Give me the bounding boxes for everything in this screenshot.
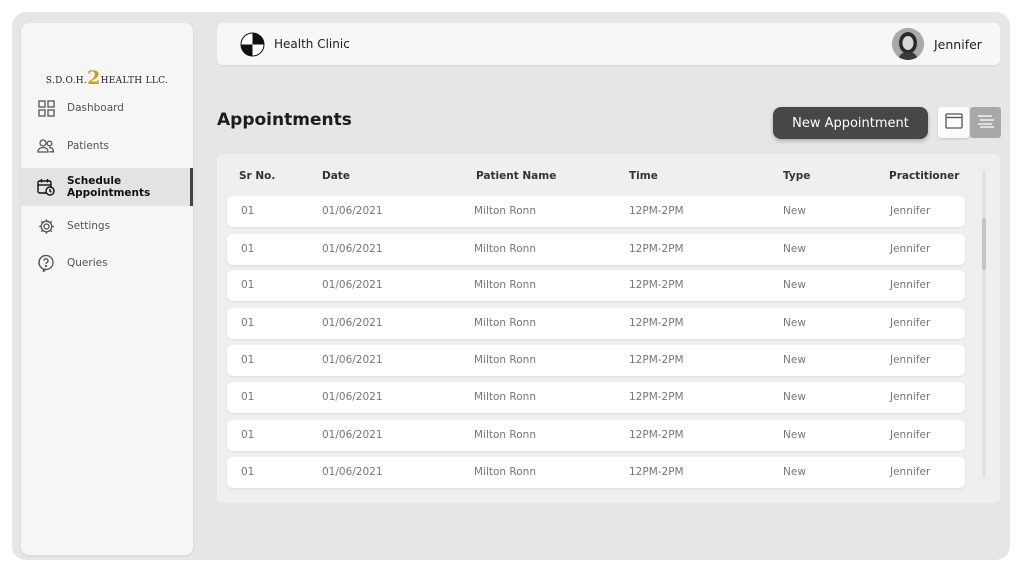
cell-date: 01/06/2021 [322,429,383,441]
table-row[interactable]: 01 01/06/2021 Milton Ronn 12PM-2PM New Jennif… [227,382,965,413]
cell-time: 12PM-2PM [629,205,684,217]
sidebar-item-queries[interactable]: Queries [21,244,193,282]
cell-practitioner: Jennifer [890,243,931,255]
cell-time: 12PM-2PM [629,429,684,441]
cell-date: 01/06/2021 [322,205,383,217]
column-header[interactable]: Date [322,170,350,182]
cell-type: New [783,317,806,329]
cell-practitioner: Jennifer [890,279,931,291]
cell-sr-no: 01 [241,429,255,441]
calendar-clock-icon [37,178,55,196]
table-row[interactable]: 01 01/06/2021 Milton Ronn 12PM-2PM New Jennif… [227,234,965,265]
sidebar-item-label: Settings [67,220,111,232]
cell-patient-name: Milton Ronn [474,317,536,329]
cell-practitioner: Jennifer [890,391,931,403]
cell-sr-no: 01 [241,466,255,478]
scrollbar[interactable] [982,170,986,478]
sidebar-item-label: Schedule Appointments [67,175,151,199]
gear-icon [37,217,55,235]
table-header: Sr No. Date Patient Name Time Type Pract… [217,170,977,186]
logo-suffix: HEALTH LLC. [100,76,169,86]
column-header[interactable]: Practitioner [889,170,959,182]
table-row[interactable]: 01 01/06/2021 Milton Ronn 12PM-2PM New Jennif… [227,420,965,451]
cell-type: New [783,279,806,291]
sidebar-item-dashboard[interactable]: Dashboard [21,89,193,127]
question-icon [37,254,55,272]
sidebar-item-schedule-appointments[interactable]: Schedule Appointments [21,168,193,206]
user-name[interactable]: Jennifer [934,37,982,52]
cell-sr-no: 01 [241,391,255,403]
list-icon [977,113,995,132]
table-row[interactable]: 01 01/06/2021 Milton Ronn 12PM-2PM New Jennif… [227,196,965,227]
cell-patient-name: Milton Ronn [474,466,536,478]
cell-practitioner: Jennifer [890,205,931,217]
cell-date: 01/06/2021 [322,243,383,255]
cell-time: 12PM-2PM [629,466,684,478]
calendar-icon [944,112,963,133]
sidebar: S.D.O.H.2HEALTH LLC. Dashboard Patients [21,23,193,555]
logo-digit: 2 [87,67,101,89]
clinic-name: Health Clinic [274,37,350,51]
cell-patient-name: Milton Ronn [474,243,536,255]
cell-time: 12PM-2PM [629,279,684,291]
sidebar-item-label: Dashboard [67,102,124,114]
appointments-table: Sr No. Date Patient Name Time Type Pract… [217,154,1000,503]
column-header[interactable]: Time [629,170,658,182]
cell-sr-no: 01 [241,354,255,366]
cell-practitioner: Jennifer [890,429,931,441]
grid-icon [37,99,55,117]
scrollbar-thumb[interactable] [982,218,986,270]
cell-type: New [783,466,806,478]
column-header[interactable]: Patient Name [476,170,556,182]
table-row[interactable]: 01 01/06/2021 Milton Ronn 12PM-2PM New Jennif… [227,308,965,339]
cell-time: 12PM-2PM [629,317,684,329]
table-row[interactable]: 01 01/06/2021 Milton Ronn 12PM-2PM New Jennif… [227,270,965,301]
cell-patient-name: Milton Ronn [474,354,536,366]
cell-time: 12PM-2PM [629,354,684,366]
clinic-logo-icon [240,32,265,57]
cell-practitioner: Jennifer [890,466,931,478]
cell-type: New [783,354,806,366]
sidebar-item-settings[interactable]: Settings [21,207,193,245]
company-logo[interactable]: S.D.O.H.2HEALTH LLC. [21,67,193,89]
sidebar-item-patients[interactable]: Patients [21,127,193,165]
table-row[interactable]: 01 01/06/2021 Milton Ronn 12PM-2PM New Jennif… [227,457,965,488]
list-view-button[interactable] [970,107,1001,138]
cell-date: 01/06/2021 [322,354,383,366]
cell-time: 12PM-2PM [629,391,684,403]
sidebar-item-label: Patients [67,140,110,152]
cell-practitioner: Jennifer [890,317,931,329]
cell-patient-name: Milton Ronn [474,279,536,291]
cell-type: New [783,205,806,217]
cell-type: New [783,391,806,403]
cell-type: New [783,429,806,441]
cell-patient-name: Milton Ronn [474,391,536,403]
logo-prefix: S.D.O.H. [45,76,88,86]
column-header[interactable]: Sr No. [239,170,275,182]
cell-type: New [783,243,806,255]
top-bar: Health Clinic Jennifer [217,23,1000,65]
avatar[interactable] [892,28,924,60]
cell-sr-no: 01 [241,279,255,291]
table-row[interactable]: 01 01/06/2021 Milton Ronn 12PM-2PM New Jennif… [227,345,965,376]
cell-patient-name: Milton Ronn [474,429,536,441]
cell-sr-no: 01 [241,243,255,255]
cell-practitioner: Jennifer [890,354,931,366]
cell-time: 12PM-2PM [629,243,684,255]
cell-date: 01/06/2021 [322,466,383,478]
cell-sr-no: 01 [241,317,255,329]
sidebar-item-label: Queries [67,257,108,269]
cell-date: 01/06/2021 [322,279,383,291]
cell-patient-name: Milton Ronn [474,205,536,217]
page-title: Appointments [217,110,352,130]
column-header[interactable]: Type [783,170,810,182]
cell-sr-no: 01 [241,205,255,217]
cell-date: 01/06/2021 [322,391,383,403]
cell-date: 01/06/2021 [322,317,383,329]
users-icon [37,137,55,155]
new-appointment-button[interactable]: New Appointment [773,107,928,139]
calendar-view-button[interactable] [938,107,969,138]
